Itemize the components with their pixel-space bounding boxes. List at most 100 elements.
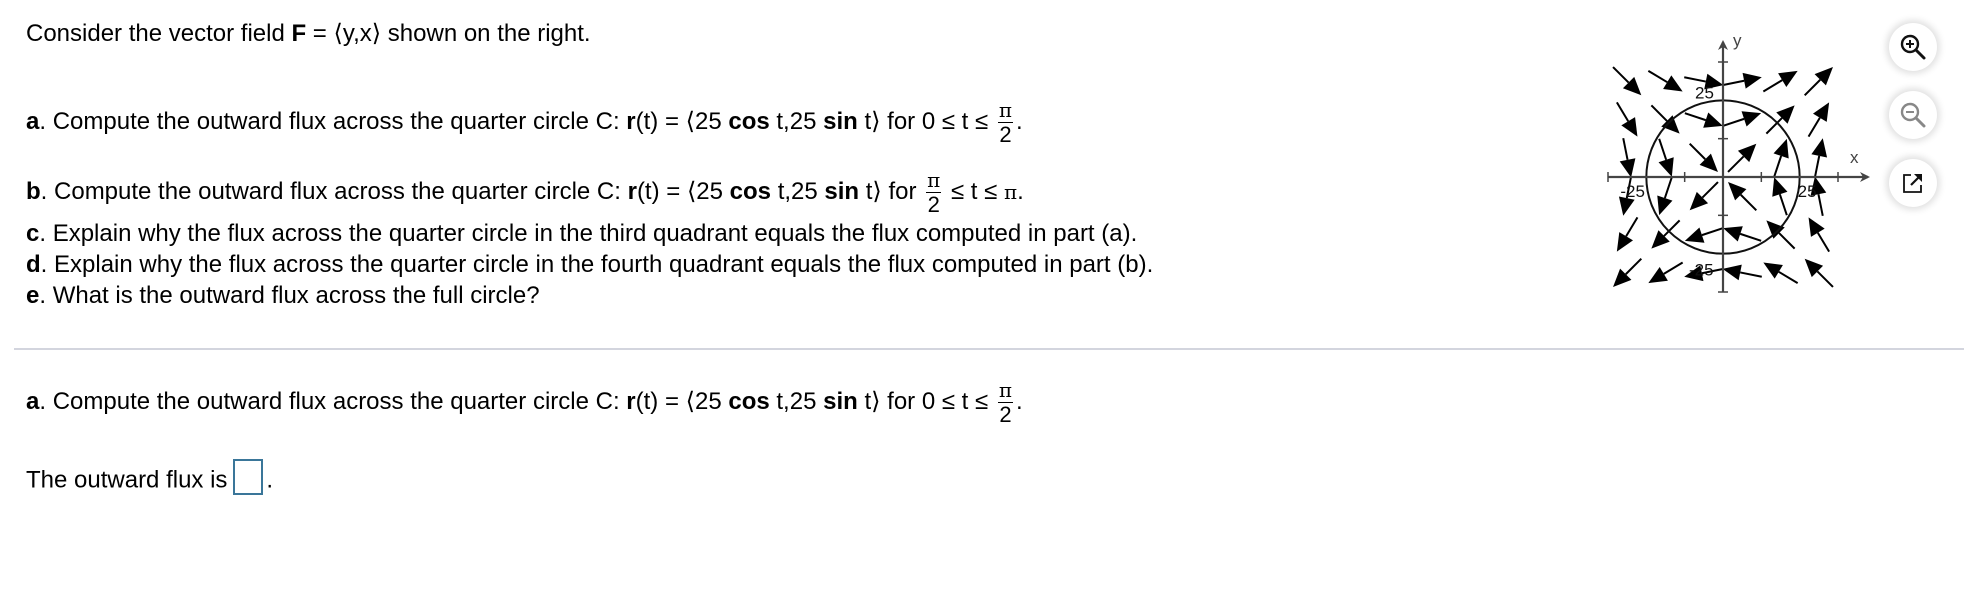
fraction-denominator: 2 [999, 122, 1012, 147]
field-arrow [1651, 219, 1681, 249]
sin-label: sin [824, 177, 860, 205]
tick-label-y-pos: 25 [1695, 83, 1714, 102]
field-arrow [1727, 143, 1757, 173]
field-arrow [1723, 226, 1762, 242]
part-letter: e [26, 282, 40, 309]
fraction-numerator: π [997, 378, 1014, 403]
field-arrow [1773, 138, 1789, 178]
part-text: . What is the outward flux across the fu… [39, 282, 540, 309]
answer-suffix: . [266, 466, 274, 494]
field-arrow [1688, 142, 1718, 172]
part-text: . Explain why the flux across the quarte… [40, 251, 1154, 278]
field-arrow [1722, 72, 1762, 89]
period: . [1017, 177, 1024, 205]
field-arrow [1658, 138, 1674, 177]
part-a: a. Compute the outward flux across the q… [26, 98, 1023, 147]
cos-label: cos [728, 107, 770, 135]
tick-label-x-neg: -25 [1620, 182, 1645, 201]
part-text: . Explain why the flux across the quarte… [39, 220, 1138, 247]
fraction-pi-over-2: π2 [997, 98, 1014, 147]
field-arrow [1811, 138, 1828, 178]
pi-symbol: π [1003, 179, 1018, 204]
field-arrow [1765, 105, 1795, 135]
external-link-icon [1903, 174, 1922, 193]
vector-field-symbol: F [291, 20, 307, 47]
r-arg: (t) = ⟨25 [635, 107, 729, 135]
zoom-in-icon [1900, 34, 1926, 60]
r-symbol: r [627, 177, 637, 205]
part-letter: c [26, 220, 40, 247]
field-arrow [1684, 112, 1723, 128]
field-arrow [1647, 70, 1683, 92]
field-arrow [1762, 70, 1798, 93]
part-d: d. Explain why the flux across the quart… [26, 251, 1153, 279]
r-arg: (t) = ⟨25 [635, 387, 729, 415]
zoom-out-button[interactable] [1889, 91, 1937, 139]
fraction-pi-over-2: π2 [926, 168, 942, 217]
field-arrow [1728, 182, 1758, 212]
field-arrow [1763, 262, 1799, 284]
y-axis-label: y [1733, 31, 1742, 50]
period: . [1016, 387, 1023, 415]
field-arrow [1766, 220, 1796, 250]
sin-label: sin [823, 107, 858, 135]
field-arrow [1807, 102, 1830, 138]
field-arrow [1616, 216, 1639, 252]
field-arrow [1722, 264, 1762, 281]
fraction-denominator: 2 [927, 192, 940, 217]
part-b: b. Compute the outward flux across the q… [26, 168, 1024, 217]
fraction-denominator: 2 [999, 402, 1012, 427]
field-arrow [1657, 176, 1673, 216]
section-divider [14, 348, 1964, 350]
zoom-in-button[interactable] [1889, 23, 1937, 71]
part-letter: b [26, 177, 41, 205]
intro-text: Consider the vector field [26, 20, 292, 47]
part-text: . Compute the outward flux across the qu… [40, 177, 628, 205]
field-arrow [1804, 258, 1834, 288]
field-arrow [1722, 111, 1762, 127]
part-letter: a [26, 387, 40, 415]
fraction-numerator: π [926, 168, 942, 193]
end-text: t⟩ for 0 ≤ t ≤ [857, 387, 995, 415]
part-e: e. What is the outward flux across the f… [26, 282, 540, 310]
field-arrow [1616, 101, 1638, 137]
field-arrow [1803, 67, 1833, 97]
vector-field-plot: x y -25 25 25 -25 [1607, 31, 1870, 293]
field-arrow [1648, 261, 1684, 284]
mid-text: t,25 [769, 107, 824, 135]
field-arrow [1684, 227, 1724, 243]
answer-line: The outward flux is. [26, 459, 274, 499]
r-symbol: r [626, 107, 636, 135]
intro-suffix: shown on the right. [381, 20, 591, 47]
equals-sign: = [306, 20, 334, 47]
field-arrow [1650, 104, 1680, 134]
answer-input[interactable] [233, 459, 264, 495]
mid-text: t,25 [769, 387, 824, 415]
field-arrow [1689, 181, 1719, 211]
field-arrow [1612, 66, 1642, 96]
fraction-pi-over-2: π2 [997, 378, 1014, 427]
field-arrow [1619, 138, 1636, 178]
cos-label: cos [728, 387, 770, 415]
fraction-numerator: π [997, 98, 1014, 123]
x-axis-label: x [1850, 148, 1859, 167]
period: . [1016, 107, 1023, 135]
tick-label-x-pos: 25 [1798, 182, 1817, 201]
end-text: t⟩ for 0 ≤ t ≤ [857, 107, 995, 135]
current-part-a: a. Compute the outward flux across the q… [26, 378, 1023, 427]
r-arg: (t) = ⟨25 [636, 177, 730, 205]
popout-button[interactable] [1889, 159, 1937, 207]
field-arrow [1808, 217, 1830, 253]
mid-text: t,25 [771, 177, 825, 205]
part-letter: d [26, 251, 41, 278]
vector-field-formula: ⟨y,x⟩ [333, 20, 382, 47]
intro-line: Consider the vector field F = ⟨y,x⟩ show… [26, 20, 591, 48]
inequality-text: ≤ t ≤ [944, 177, 1004, 205]
end-text: t⟩ for [859, 177, 924, 205]
tick-label-y-neg: -25 [1689, 261, 1714, 280]
answer-label: The outward flux is [26, 466, 228, 494]
sin-label: sin [823, 387, 858, 415]
cos-label: cos [729, 177, 772, 205]
field-arrow [1772, 177, 1788, 216]
part-c: c. Explain why the flux across the quart… [26, 220, 1137, 248]
